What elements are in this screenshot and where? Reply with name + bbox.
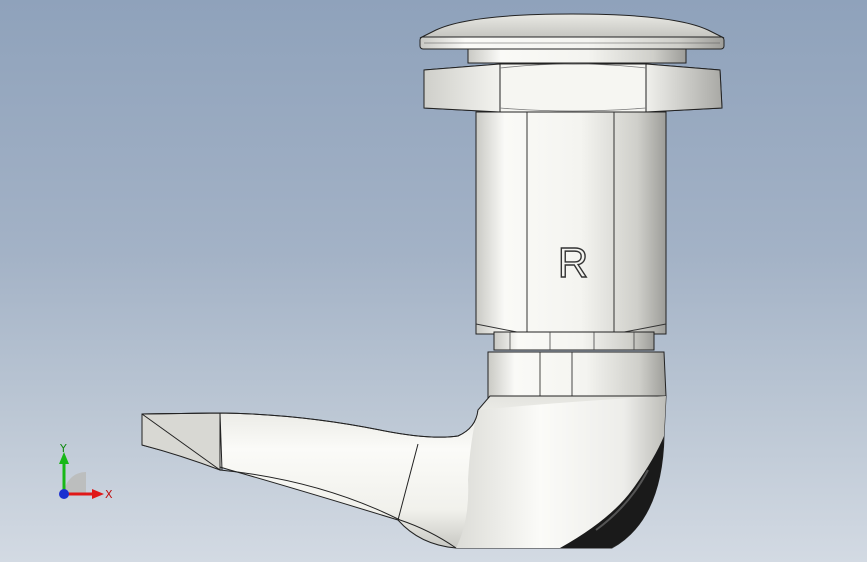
y-axis-label: Y (59, 442, 67, 455)
x-axis-head (92, 489, 104, 499)
engraved-letter: R (558, 239, 588, 286)
z-axis-dot (59, 489, 69, 499)
cam-lock-model[interactable]: R (0, 0, 867, 562)
x-axis-label: X (105, 488, 113, 501)
lever-handle[interactable] (141, 395, 667, 549)
collar[interactable] (493, 331, 655, 351)
graphics-viewport[interactable]: R Y X (0, 0, 867, 562)
coordinate-triad: Y X (59, 442, 113, 501)
hex-nut[interactable] (423, 63, 723, 113)
lock-body[interactable]: R (475, 111, 667, 335)
dome-cap[interactable] (419, 13, 725, 64)
